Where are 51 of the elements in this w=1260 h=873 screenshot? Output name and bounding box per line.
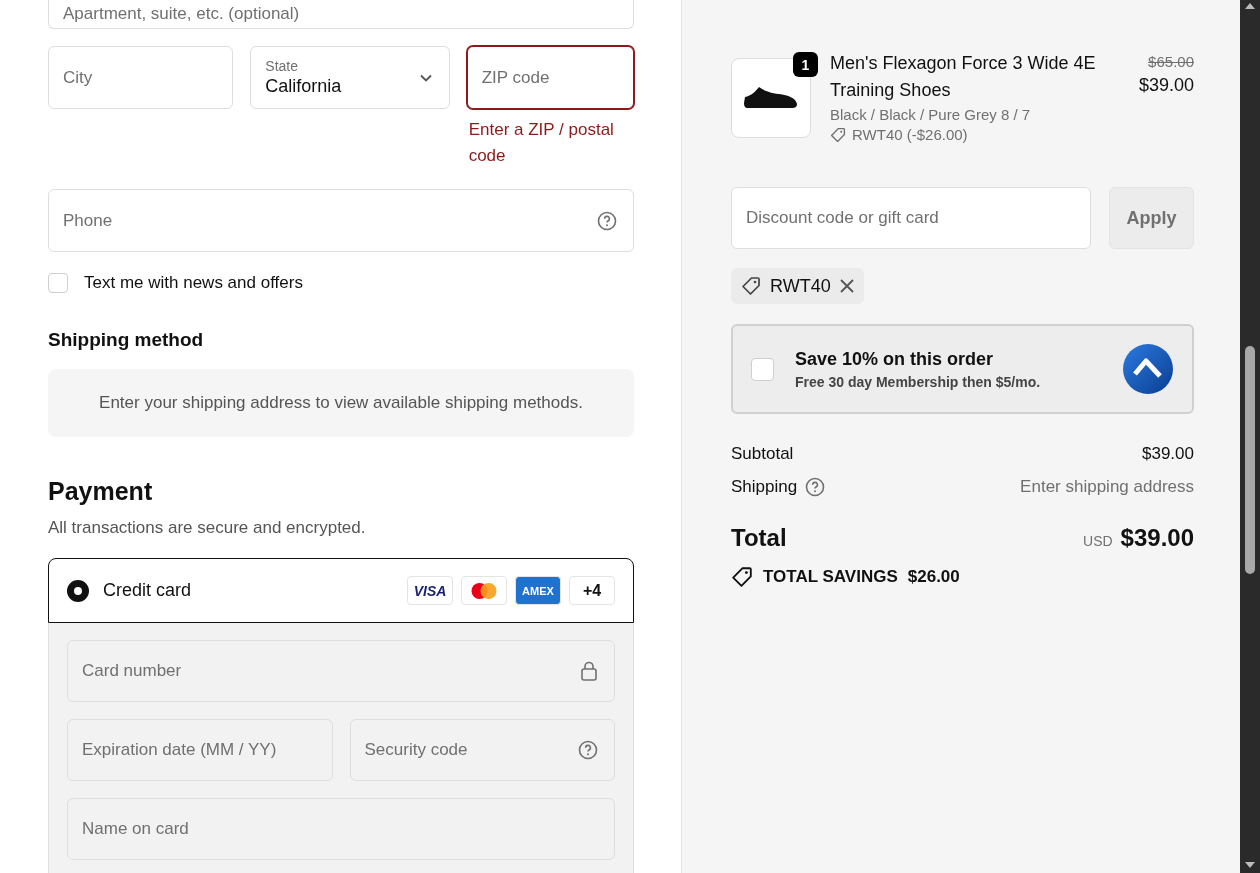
total-value: $39.00 [1120, 524, 1194, 552]
error-message: Enter a ZIP / postal code [467, 119, 615, 167]
offer-title: Save 10% on this order [795, 348, 995, 370]
scroll-down-icon[interactable] [1244, 861, 1256, 869]
input-field[interactable]: Security code [350, 720, 578, 780]
shipping-notice: Enter your shipping address to view available shipping methods. [48, 369, 634, 437]
radio-button[interactable] [67, 579, 89, 602]
scrollbar-thumb[interactable] [1245, 346, 1255, 574]
logo-icon [1122, 343, 1174, 395]
total-label: Total [731, 524, 787, 552]
summary-value: Enter shipping address [1020, 477, 1194, 497]
payment-option[interactable]: Credit card VISA AMEX +4 [48, 558, 634, 623]
checkbox[interactable] [751, 357, 774, 381]
more-cards-badge: +4 [569, 576, 615, 605]
tag-icon [830, 126, 846, 143]
checkbox-label: Text me with news and offers [84, 273, 303, 293]
savings-label: TOTAL SAVINGS [763, 567, 898, 587]
scrollbar-track[interactable] [1240, 0, 1260, 873]
scroll-up-icon[interactable] [1244, 2, 1256, 10]
summary-label: Shipping [731, 477, 798, 497]
summary-label: Subtotal [731, 444, 794, 464]
offer-subtitle: Free 30 day Membership then $5/mo. [795, 373, 1042, 390]
checkbox[interactable] [48, 273, 68, 293]
currency-code: USD [1083, 533, 1113, 549]
apply-button[interactable]: Apply [1109, 187, 1194, 249]
discount-code: RWT40 [770, 275, 831, 297]
section-subtitle: All transactions are secure and encrypted. [48, 518, 367, 538]
chevron-down-icon [418, 72, 433, 83]
tag-icon [731, 566, 753, 588]
payment-option-label: Credit card [103, 580, 193, 601]
card-logo: AMEX [515, 576, 561, 605]
product-name: Men's Flexagon Force 3 Wide 4E Training Shoes [830, 52, 1097, 102]
section-title: Payment [48, 477, 154, 506]
tag-icon [741, 276, 761, 296]
quantity-badge: 1 [793, 52, 818, 77]
sale-price: $39.00 [1138, 75, 1194, 96]
help-icon[interactable] [805, 477, 826, 497]
close-button[interactable] [839, 279, 854, 293]
section-title: Shipping method [48, 329, 205, 351]
item-discount: RWT40 (-$26.00) [852, 126, 968, 143]
summary-value: $39.00 [1142, 444, 1194, 464]
card-logo: VISA [407, 576, 453, 605]
savings-value: $26.00 [907, 567, 960, 587]
card-logo [461, 576, 507, 605]
state-select[interactable]: State California [250, 46, 450, 109]
shoe-icon [742, 85, 800, 111]
lock-icon [580, 661, 598, 681]
product-variant: Black / Black / Pure Grey 8 / 7 [830, 106, 1032, 123]
help-icon[interactable] [578, 740, 598, 760]
original-price: $65.00 [1148, 53, 1194, 70]
help-icon[interactable] [597, 210, 617, 231]
